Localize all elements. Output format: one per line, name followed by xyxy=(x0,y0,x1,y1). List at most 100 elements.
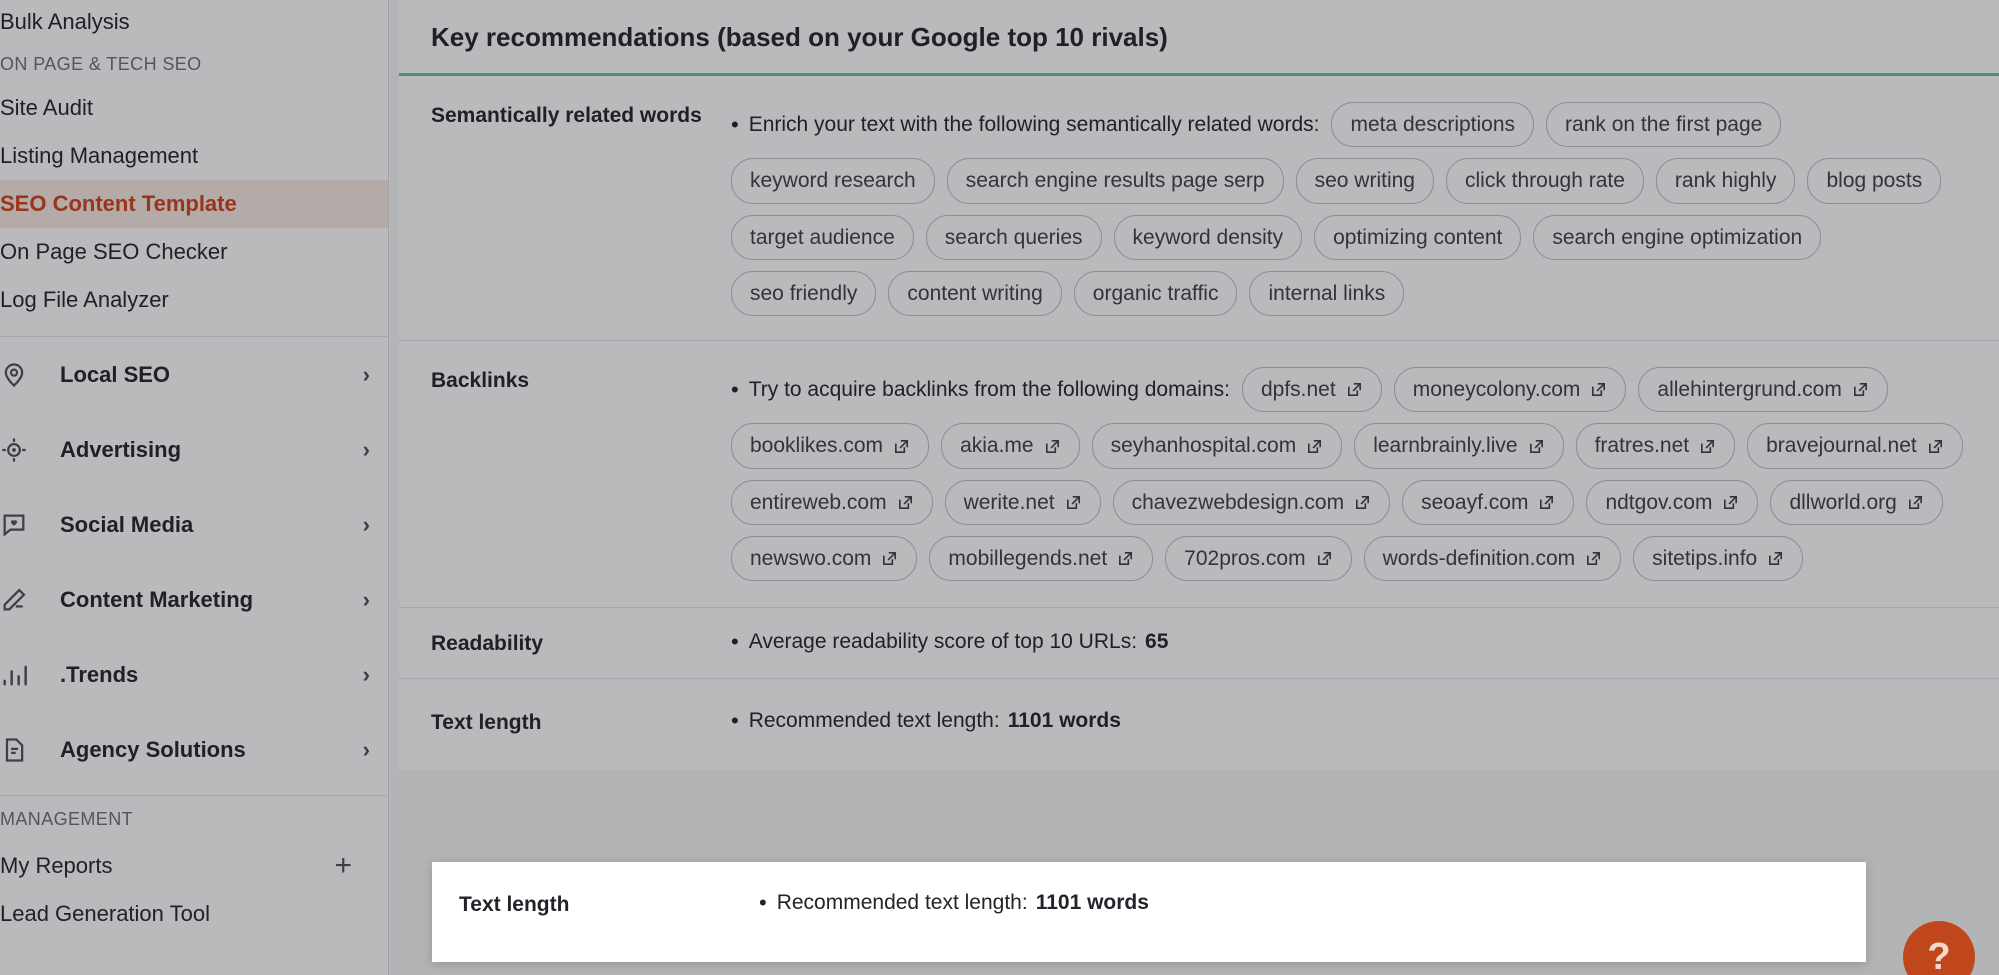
document-icon xyxy=(0,734,44,766)
row-body: • Recommended text length: 1101 words xyxy=(731,709,1975,734)
semantic-word-tag[interactable]: optimizing content xyxy=(1314,214,1522,260)
backlink-domain-tag[interactable]: learnbrainly.live xyxy=(1354,423,1564,469)
backlink-domain-tag[interactable]: dpfs.net xyxy=(1241,367,1382,413)
backlink-domain-tag[interactable]: mobillegends.net xyxy=(929,536,1154,582)
semantic-word-tag[interactable]: search queries xyxy=(925,214,1102,260)
external-link-icon xyxy=(1927,438,1944,455)
bullet-icon: • xyxy=(759,890,767,915)
semantic-word-tag[interactable]: keyword density xyxy=(1113,214,1303,260)
location-pin-icon xyxy=(0,359,44,391)
backlink-domain-tag[interactable]: sitetips.info xyxy=(1633,536,1804,582)
semantic-word-tag[interactable]: rank highly xyxy=(1655,158,1796,204)
text-length-value: 1101 words xyxy=(1007,709,1121,733)
sidebar-item-advertising[interactable]: Advertising › xyxy=(0,412,388,487)
backlink-domain-tag[interactable]: moneycolony.com xyxy=(1393,367,1627,413)
semantic-word-tag[interactable]: organic traffic xyxy=(1073,270,1238,317)
backlink-domain-tag[interactable]: newswo.com xyxy=(731,536,918,582)
external-link-icon xyxy=(897,494,914,511)
chevron-right-icon: › xyxy=(362,361,370,387)
backlink-domain-tag[interactable]: fratres.net xyxy=(1575,423,1736,469)
spotlight-row-body: • Recommended text length: 1101 words xyxy=(759,891,1842,916)
backlinks-lead-text: • Try to acquire backlinks from the foll… xyxy=(731,376,1230,402)
spotlight-text-length-value: 1101 words xyxy=(1035,891,1149,914)
backlink-domain-tag[interactable]: words-definition.com xyxy=(1363,536,1622,582)
sidebar-item-label: My Reports xyxy=(0,853,113,878)
external-link-icon xyxy=(1306,438,1323,455)
card-title: Key recommendations (based on your Googl… xyxy=(399,0,1999,76)
row-label: Readability xyxy=(431,632,544,656)
semantic-word-tag[interactable]: rank on the first page xyxy=(1546,102,1782,148)
sidebar-item-site-audit[interactable]: Site Audit xyxy=(0,84,388,132)
key-recommendations-card: Key recommendations (based on your Googl… xyxy=(399,0,1999,770)
recommendation-row-semantic-words: Semantically related words • Enrich your… xyxy=(399,76,1999,342)
sidebar-item-label: Site Audit xyxy=(0,95,93,120)
backlink-domain-tag[interactable]: ndtgov.com xyxy=(1586,479,1759,526)
row-label: Semantically related words xyxy=(431,104,702,127)
sidebar: Bulk Analysis ON PAGE & TECH SEO Site Au… xyxy=(0,0,389,975)
sidebar-item-label: SEO Content Template xyxy=(0,191,237,216)
chevron-right-icon: › xyxy=(362,736,370,762)
sidebar-item-label: Content Marketing xyxy=(60,586,254,612)
backlink-domain-tag[interactable]: chavezwebdesign.com xyxy=(1112,479,1391,526)
row-label: Text length xyxy=(431,711,542,735)
sidebar-section-management: MANAGEMENT xyxy=(0,808,134,829)
semantic-word-tag[interactable]: click through rate xyxy=(1445,158,1644,204)
bullet-icon: • xyxy=(731,708,739,734)
sidebar-item-label: .Trends xyxy=(60,661,139,687)
sidebar-item-label: Listing Management xyxy=(0,143,199,168)
semantic-word-tag[interactable]: meta descriptions xyxy=(1331,102,1535,148)
backlink-domain-tag[interactable]: 702pros.com xyxy=(1165,536,1352,582)
sidebar-item-my-reports[interactable]: My Reports + xyxy=(0,842,388,890)
external-link-icon xyxy=(1044,438,1061,455)
semantic-word-tag[interactable]: keyword research xyxy=(731,158,935,204)
external-link-icon xyxy=(1907,494,1924,511)
sidebar-item-label: Log File Analyzer xyxy=(0,287,169,312)
sidebar-item-listing-management[interactable]: Listing Management xyxy=(0,132,388,180)
chat-heart-icon xyxy=(0,509,44,541)
sidebar-item-lead-generation-tool[interactable]: Lead Generation Tool xyxy=(0,890,388,938)
row-body: • Try to acquire backlinks from the foll… xyxy=(731,367,1975,582)
external-link-icon xyxy=(1354,494,1371,511)
semantic-word-tag[interactable]: target audience xyxy=(731,214,914,260)
sidebar-item-on-page-seo-checker[interactable]: On Page SEO Checker xyxy=(0,228,388,276)
sidebar-item-content-marketing[interactable]: Content Marketing › xyxy=(0,562,388,637)
sidebar-item-seo-content-template[interactable]: SEO Content Template xyxy=(0,180,388,228)
sidebar-item-label: Lead Generation Tool xyxy=(0,901,210,926)
backlink-domain-tag[interactable]: seyhanhospital.com xyxy=(1091,423,1343,469)
row-body: • Average readability score of top 10 UR… xyxy=(731,630,1975,655)
sidebar-item-social-media[interactable]: Social Media › xyxy=(0,487,388,562)
sidebar-item-bulk-analysis[interactable]: Bulk Analysis xyxy=(0,0,388,44)
readability-score: 65 xyxy=(1145,630,1169,654)
backlink-domain-tag[interactable]: bravejournal.net xyxy=(1747,423,1963,469)
spotlight-text-length-row[interactable]: Text length • Recommended text length: 1… xyxy=(432,862,1866,962)
chevron-right-icon: › xyxy=(362,436,370,462)
recommendation-row-backlinks: Backlinks • Try to acquire backlinks fro… xyxy=(399,341,1999,609)
bullet-icon: • xyxy=(731,111,739,137)
semantic-word-tag[interactable]: seo writing xyxy=(1295,158,1434,204)
external-link-icon xyxy=(1852,381,1869,398)
semantic-word-tag[interactable]: content writing xyxy=(888,270,1062,317)
semantic-word-tag[interactable]: seo friendly xyxy=(731,270,877,317)
backlink-domain-tag[interactable]: dllworld.org xyxy=(1770,479,1943,526)
semantic-word-tag[interactable]: internal links xyxy=(1249,270,1405,317)
external-link-icon xyxy=(1528,438,1545,455)
semantic-word-tag[interactable]: search engine results page serp xyxy=(946,158,1284,204)
external-link-icon xyxy=(1316,550,1333,567)
sidebar-item-local-seo[interactable]: Local SEO › xyxy=(0,337,388,412)
backlink-domain-tag[interactable]: booklikes.com xyxy=(731,423,930,469)
external-link-icon xyxy=(1699,438,1716,455)
backlink-domain-tag[interactable]: werite.net xyxy=(944,479,1101,526)
backlink-domain-tag[interactable]: seoayf.com xyxy=(1402,479,1575,526)
semantic-word-tag[interactable]: blog posts xyxy=(1807,158,1942,204)
backlink-domain-tag[interactable]: entireweb.com xyxy=(731,479,933,526)
external-link-icon xyxy=(1538,494,1555,511)
sidebar-item-trends[interactable]: .Trends › xyxy=(0,637,388,712)
semantic-word-tag[interactable]: search engine optimization xyxy=(1533,214,1822,260)
sidebar-item-log-file-analyzer[interactable]: Log File Analyzer xyxy=(0,276,388,324)
target-icon xyxy=(0,434,44,466)
backlink-domain-tag[interactable]: akia.me xyxy=(941,423,1080,469)
backlink-domain-tag[interactable]: allehintergrund.com xyxy=(1638,367,1888,413)
sidebar-item-agency-solutions[interactable]: Agency Solutions › xyxy=(0,712,388,787)
plus-icon[interactable]: + xyxy=(334,851,370,881)
bullet-icon: • xyxy=(731,629,739,655)
